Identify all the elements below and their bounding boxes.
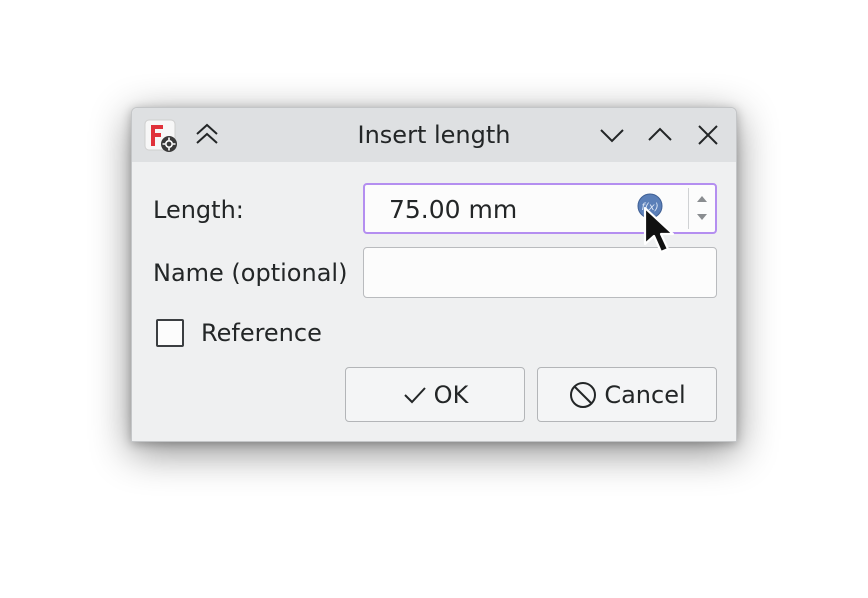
chevron-up-icon	[648, 127, 672, 141]
reference-checkbox[interactable]	[156, 319, 184, 347]
maximize-button[interactable]	[645, 120, 675, 150]
length-label: Length:	[153, 196, 244, 224]
triangle-down-icon	[697, 214, 707, 220]
spin-up-button[interactable]	[691, 188, 713, 208]
close-icon	[698, 125, 718, 145]
double-chevron-up-icon[interactable]	[192, 120, 222, 150]
spin-separator	[688, 188, 689, 229]
triangle-up-icon	[697, 196, 707, 202]
title-bar[interactable]: Insert length	[132, 108, 736, 162]
mouse-pointer-icon	[642, 206, 676, 260]
close-button[interactable]	[693, 120, 723, 150]
insert-length-dialog: Insert length Length: 75.00 mm f(x) Name…	[131, 107, 737, 442]
ok-button[interactable]: OK	[345, 367, 525, 422]
freecad-sketcher-icon	[144, 119, 178, 153]
name-label: Name (optional)	[153, 259, 348, 287]
ok-button-label: OK	[433, 380, 469, 409]
length-value[interactable]: 75.00 mm	[389, 195, 517, 225]
minimize-button[interactable]	[597, 120, 627, 150]
spin-down-button[interactable]	[691, 208, 713, 228]
checkmark-icon	[403, 386, 426, 403]
chevron-down-icon	[600, 129, 624, 143]
cancel-button[interactable]: Cancel	[537, 367, 717, 422]
cancel-icon	[570, 381, 597, 408]
cancel-button-label: Cancel	[604, 380, 686, 409]
reference-label[interactable]: Reference	[201, 318, 322, 348]
